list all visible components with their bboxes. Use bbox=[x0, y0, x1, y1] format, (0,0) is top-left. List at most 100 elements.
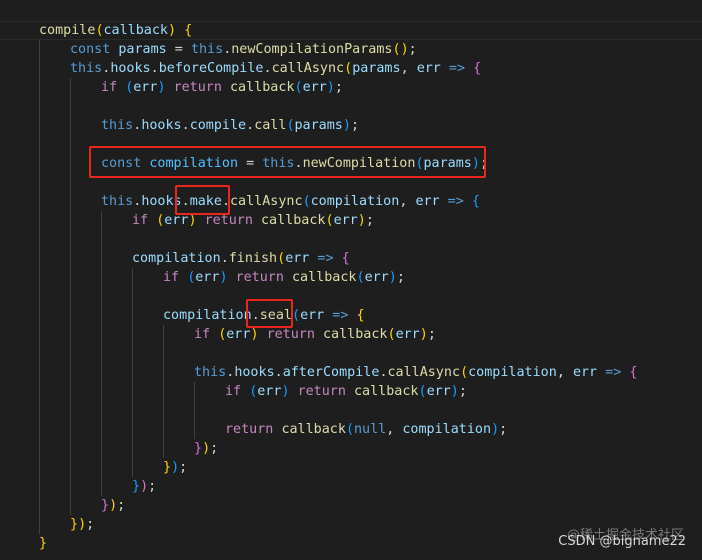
code-token: callAsync bbox=[387, 365, 461, 380]
code-token: compilation bbox=[468, 365, 557, 380]
code-token: , bbox=[386, 422, 403, 437]
code-token: call bbox=[254, 118, 287, 133]
code-token: ( bbox=[392, 42, 401, 57]
code-token: { bbox=[471, 194, 480, 209]
code-token: beforeCompile bbox=[158, 61, 264, 76]
code-token: ) bbox=[342, 118, 351, 133]
code-token: => bbox=[597, 365, 630, 380]
code-token: } bbox=[163, 460, 172, 475]
code-line: }); bbox=[101, 496, 125, 515]
code-token: ( bbox=[418, 384, 427, 399]
indent-guide bbox=[194, 382, 195, 439]
code-token: ) bbox=[78, 517, 87, 532]
indent-guide bbox=[101, 211, 102, 496]
code-line: this.hooks.compile.call(params); bbox=[101, 116, 359, 135]
code-token: } bbox=[132, 479, 141, 494]
code-editor[interactable]: compile(callback) {const params = this.n… bbox=[0, 0, 702, 560]
code-token: { bbox=[341, 251, 350, 266]
code-token: ; bbox=[117, 498, 126, 513]
code-token: afterCompile bbox=[282, 365, 380, 380]
code-token: compilation bbox=[132, 251, 221, 266]
code-token: return bbox=[204, 213, 261, 228]
highlight-box-seal bbox=[246, 299, 293, 328]
code-token: ; bbox=[334, 80, 343, 95]
indent-guide bbox=[39, 40, 40, 534]
code-token: ( bbox=[460, 365, 469, 380]
code-token: . bbox=[181, 118, 190, 133]
code-token: ) bbox=[171, 460, 180, 475]
code-token: ; bbox=[499, 422, 508, 437]
code-token: err bbox=[416, 61, 441, 76]
code-token: ) bbox=[157, 80, 174, 95]
code-token: ) bbox=[250, 327, 267, 342]
code-token: ) bbox=[419, 327, 428, 342]
highlight-box-new-compilation bbox=[89, 146, 486, 178]
code-line: }); bbox=[70, 515, 94, 534]
code-token: callback bbox=[292, 270, 357, 285]
code-token: { bbox=[629, 365, 638, 380]
code-token: ) bbox=[357, 213, 366, 228]
code-token: this bbox=[101, 194, 134, 209]
code-token: ) bbox=[140, 479, 149, 494]
code-token: } bbox=[70, 517, 79, 532]
code-token: params bbox=[118, 42, 167, 57]
highlight-box-make bbox=[175, 185, 230, 215]
code-token: this bbox=[194, 365, 227, 380]
code-token: ; bbox=[179, 460, 188, 475]
code-token: } bbox=[194, 441, 203, 456]
code-token: => bbox=[439, 194, 472, 209]
code-token: if bbox=[101, 80, 126, 95]
code-token: hooks bbox=[110, 61, 151, 76]
code-token: callback bbox=[261, 213, 326, 228]
code-token: params bbox=[294, 118, 343, 133]
code-token: ( bbox=[95, 23, 104, 38]
code-token: ( bbox=[387, 327, 396, 342]
code-token: this bbox=[70, 61, 103, 76]
code-line: this.hooks.make.callAsync(compilation, e… bbox=[101, 192, 480, 211]
code-token: } bbox=[101, 498, 110, 513]
code-token: err bbox=[195, 270, 220, 285]
code-line: } bbox=[39, 534, 47, 553]
code-token: compile bbox=[189, 118, 247, 133]
code-line: if (err) return callback(err); bbox=[163, 268, 405, 287]
code-token: { bbox=[473, 61, 482, 76]
code-token: compile bbox=[39, 23, 96, 38]
code-token: compilation bbox=[310, 194, 400, 209]
code-token: err bbox=[395, 327, 420, 342]
code-line: this.hooks.afterCompile.callAsync(compil… bbox=[194, 363, 637, 382]
code-token: ( bbox=[286, 118, 295, 133]
code-token: callAsync bbox=[271, 61, 345, 76]
code-token: ( bbox=[294, 80, 303, 95]
code-token: finish bbox=[228, 251, 278, 266]
code-token: ) bbox=[388, 270, 397, 285]
code-token: ; bbox=[396, 270, 405, 285]
code-token: err bbox=[257, 384, 282, 399]
code-token: } bbox=[39, 536, 48, 551]
code-line: }); bbox=[194, 439, 218, 458]
code-token: { bbox=[356, 308, 365, 323]
code-token: if bbox=[132, 213, 157, 228]
code-token: ; bbox=[350, 118, 359, 133]
code-token: => bbox=[309, 251, 342, 266]
code-line: const params = this.newCompilationParams… bbox=[70, 40, 417, 59]
code-token: ( bbox=[277, 251, 286, 266]
indent-guide bbox=[70, 78, 71, 515]
code-token: callback bbox=[281, 422, 346, 437]
code-token: { bbox=[184, 23, 193, 38]
code-token: ) bbox=[326, 80, 335, 95]
code-token: ; bbox=[408, 42, 417, 57]
code-token: = bbox=[166, 42, 191, 57]
code-line: }); bbox=[163, 458, 187, 477]
code-token: if bbox=[225, 384, 250, 399]
code-token: hooks bbox=[141, 118, 182, 133]
code-line: if (err) return callback(err); bbox=[101, 78, 343, 97]
code-token: ( bbox=[356, 270, 365, 285]
code-token: err bbox=[133, 80, 158, 95]
code-token: . bbox=[150, 61, 159, 76]
code-token: ) bbox=[109, 498, 118, 513]
code-token: ( bbox=[344, 61, 353, 76]
code-token: => bbox=[324, 308, 357, 323]
code-token: callback bbox=[230, 80, 295, 95]
code-token: ) bbox=[202, 441, 211, 456]
code-token: ( bbox=[302, 194, 311, 209]
